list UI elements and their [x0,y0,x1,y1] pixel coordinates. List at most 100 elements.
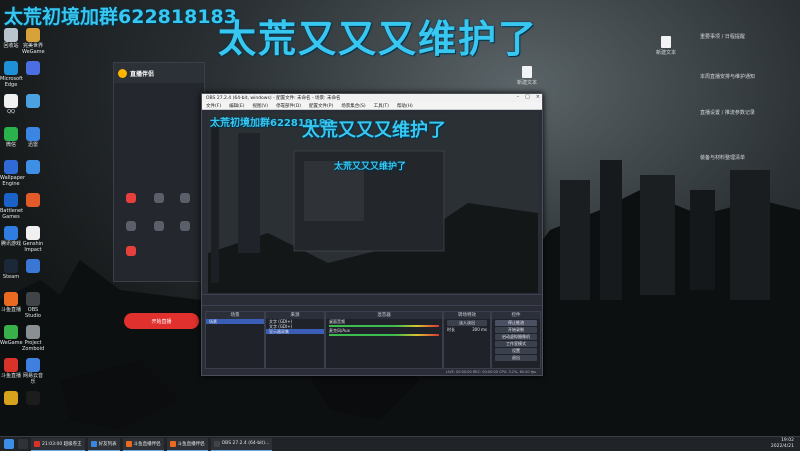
desktop-icon[interactable]: 斗鱼直播 [0,358,22,379]
desktop-icon-label: Microsoft Edge [0,76,23,88]
app-icon [26,127,40,141]
scenes-dock[interactable]: 场景 场景 [205,311,265,369]
desktop-icon[interactable]: Steam [0,259,22,280]
app-icon [4,193,18,207]
stream-overlay-group-text: 太荒初境加群622818183 [4,6,237,28]
app-icon [26,325,40,339]
menu-item[interactable]: 帮助(H) [397,103,413,109]
transitions-dock[interactable]: 转场特效 淡入淡出 时长 300 ms [443,311,491,369]
clock-date: 2022/4/21 [770,444,794,449]
stop-streaming-button[interactable]: 停止推流 [495,320,537,326]
desktop-icon[interactable]: 微信 [0,127,22,148]
desktop-icon[interactable]: Genshin Impact [22,226,44,253]
taskbar-app-button[interactable]: 斗鱼直播伴侣 [122,437,164,451]
desktop-file-label: 新建文本 [656,50,677,56]
duration-input[interactable]: 300 ms [472,327,487,332]
app-icon [169,440,176,447]
desktop-icon[interactable]: WeGame [0,325,23,346]
image-icon[interactable] [126,221,136,231]
taskbar-app-label: 21:03:00 超级卷王 [42,441,82,447]
desktop-icon[interactable] [22,259,44,274]
desktop-icon[interactable] [22,160,44,175]
gift-icon[interactable] [126,246,136,256]
streaming-companion-window[interactable]: 直播伴侣 开始直播 [113,62,205,329]
close-icon[interactable]: × [536,94,540,100]
menu-item[interactable]: 视图(V) [252,103,268,109]
desktop-icon-label: 斗鱼直播 [0,373,21,379]
system-clock[interactable]: 19:02 2022/4/21 [771,438,794,450]
settings-button[interactable]: 设置 [495,348,537,354]
video-icon[interactable] [180,221,190,231]
obs-titlebar[interactable]: OBS 27.2.4 (64-bit, windows) - 配置文件: 未命名… [202,94,542,102]
desktop-icon-label: Wallpaper Engine [0,175,26,187]
desktop-icon[interactable] [22,61,44,76]
taskbar-app-label: 好友列表 [98,441,117,447]
desktop-icon[interactable]: 斗鱼直播 [0,292,22,313]
game-capture-icon[interactable] [180,193,190,203]
start-live-button[interactable]: 开始直播 [124,313,199,329]
duration-label: 时长 [447,327,455,332]
desktop-icon-label: Battlenet Games [0,208,24,220]
app-icon [26,94,40,108]
maximize-icon[interactable]: □ [525,94,530,100]
desktop-icon[interactable] [22,94,44,109]
desktop-icon[interactable]: 腾讯游戏 [0,226,22,247]
search-icon[interactable] [18,439,28,449]
obs-dock-header-bar [202,294,542,306]
audio-mixer-dock[interactable]: 混音器 桌面音频 麦克风/Aux [325,311,443,369]
desktop-icon[interactable] [22,391,44,406]
source-item[interactable]: 显示器采集 [266,329,324,334]
menu-item[interactable]: 配置文件(P) [309,103,333,109]
desktop-icon[interactable] [0,391,22,406]
taskbar-app-button[interactable]: 好友列表 [87,437,120,451]
app-icon [4,292,18,306]
desktop-icon[interactable] [22,193,44,208]
desktop-icon[interactable]: Microsoft Edge [0,61,23,88]
app-icon [90,440,97,447]
taskbar-app-button[interactable]: 21:03:00 超级卷王 [31,437,85,451]
scene-item[interactable]: 场景 [206,319,264,324]
menu-item[interactable]: 工具(T) [374,103,389,109]
start-recording-button[interactable]: 开始录制 [495,327,537,333]
text-file-icon[interactable] [661,36,671,48]
app-icon [26,259,40,273]
sources-dock-title: 来源 [266,312,324,319]
studio-mode-button[interactable]: 工作室模式 [495,341,537,347]
camera-icon[interactable] [126,193,136,203]
taskbar-app-button[interactable]: 斗鱼直播伴侣 [166,437,208,451]
screen-share-icon[interactable] [154,193,164,203]
text-file-icon[interactable] [522,66,532,78]
desktop-icon[interactable]: Project Zomboid [22,325,44,352]
desktop-icon[interactable]: 迅雷 [22,127,44,148]
desktop-icon[interactable]: 完美世界 WeGame [22,28,45,55]
start-menu-icon[interactable] [4,439,14,449]
virtual-camera-button[interactable]: 启动虚拟摄像机 [495,334,537,340]
exit-button[interactable]: 退出 [495,355,537,361]
taskbar: 21:03:00 超级卷王 好友列表 斗鱼直播伴侣 斗鱼直播伴侣 OBS 27.2.4 … [0,436,800,451]
minimize-icon[interactable]: – [517,94,520,100]
desktop-icon-label: WeGame [0,340,23,346]
desktop-icon-label: 迅雷 [27,142,38,148]
sources-dock[interactable]: 来源 文字 (GDI+) 文字 (GDI+) 显示器采集 [265,311,325,369]
desktop-icon[interactable]: QQ [0,94,22,115]
transition-select[interactable]: 淡入淡出 [447,320,487,326]
menu-item[interactable]: 文件(F) [206,103,221,109]
desktop-file-label: 新建文本 [517,80,538,86]
obs-preview[interactable]: 太荒初境加群622818183 太荒又又又维护了 太荒又又又维护了 [208,113,538,293]
obs-window[interactable]: OBS 27.2.4 (64-bit, windows) - 配置文件: 未命名… [201,93,543,376]
desktop-icon[interactable]: 网易云音乐 [22,358,44,385]
menu-item[interactable]: 编辑(E) [229,103,244,109]
menu-item[interactable]: 场景集合(S) [341,103,365,109]
text-icon[interactable] [154,221,164,231]
desktop-icon[interactable]: Wallpaper Engine [0,160,26,187]
desktop-icon[interactable]: OBS Studio [22,292,44,319]
sticky-note: 本周直播安排与维护通知 [700,74,756,80]
audio-meter [329,334,439,336]
taskbar-app-button[interactable]: OBS 27.2.4 (64-bit)... [210,437,273,451]
desktop-icon[interactable]: Battlenet Games [0,193,24,220]
taskbar-app-label: 斗鱼直播伴侣 [133,441,161,447]
desktop-icon[interactable]: 回收站 [0,28,22,49]
controls-dock[interactable]: 控件 停止推流 开始录制 启动虚拟摄像机 工作室模式 设置 退出 [491,311,541,369]
taskbar-app-label: OBS 27.2.4 (64-bit)... [221,441,270,446]
menu-item[interactable]: 停靠部件(D) [276,103,301,109]
